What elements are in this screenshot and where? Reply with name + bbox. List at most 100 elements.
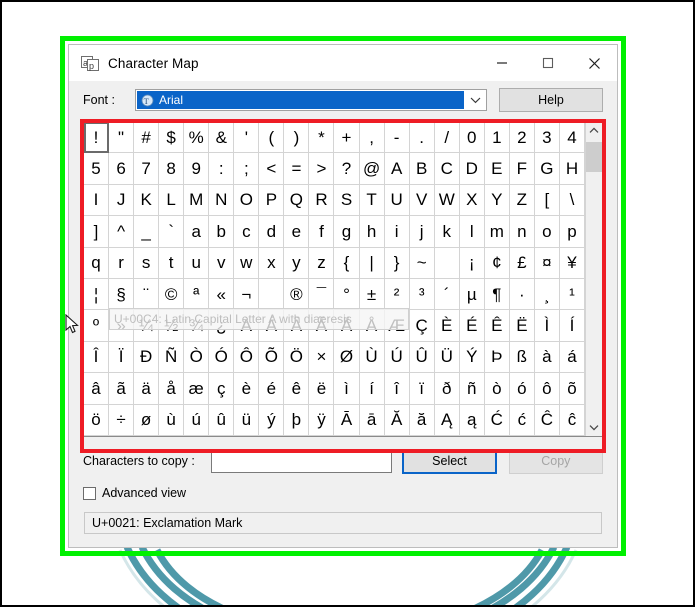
character-cell[interactable]: M xyxy=(184,184,210,217)
font-combobox[interactable]: T Arial xyxy=(135,89,487,111)
character-cell[interactable]: ÷ xyxy=(109,404,135,436)
character-cell[interactable]: < xyxy=(259,153,285,185)
character-cell[interactable]: * xyxy=(309,122,335,154)
scroll-up-button[interactable] xyxy=(586,122,602,139)
characters-to-copy-input[interactable] xyxy=(211,449,393,473)
character-cell[interactable]: c xyxy=(234,216,260,248)
character-cell[interactable]: Í xyxy=(559,310,585,342)
character-cell[interactable]: w xyxy=(234,247,260,279)
character-cell[interactable]: ö xyxy=(84,404,110,436)
character-cell[interactable]: O xyxy=(234,184,260,217)
character-cell[interactable]: × xyxy=(309,341,335,374)
character-cell[interactable]: ~ xyxy=(409,247,435,279)
character-cell[interactable]: a xyxy=(184,216,210,248)
character-cell[interactable]: å xyxy=(159,373,185,405)
character-cell[interactable]: ¸ xyxy=(534,278,560,311)
character-cell[interactable]: Ú xyxy=(384,341,410,374)
character-cell[interactable]: , xyxy=(359,122,385,154)
character-cell[interactable]: ã xyxy=(109,373,135,405)
character-cell[interactable]: + xyxy=(334,122,360,154)
character-cell[interactable]: Ó xyxy=(209,341,235,374)
character-cell[interactable]: T xyxy=(359,184,385,217)
character-cell[interactable]: H xyxy=(559,153,585,185)
character-cell[interactable]: k xyxy=(434,216,460,248)
character-cell[interactable]: Ø xyxy=(334,341,360,374)
character-cell[interactable]: | xyxy=(359,247,385,279)
help-button[interactable]: Help xyxy=(499,88,603,112)
character-cell[interactable]: K xyxy=(134,184,160,217)
character-cell[interactable]: q xyxy=(84,247,110,279)
character-cell[interactable]: - xyxy=(384,122,410,154)
character-cell[interactable]: ¤ xyxy=(534,247,560,279)
character-cell[interactable]: ñ xyxy=(459,373,485,405)
grid-scrollbar[interactable] xyxy=(585,122,602,436)
character-cell[interactable]: ( xyxy=(259,122,285,154)
character-cell[interactable]: î xyxy=(384,373,410,405)
select-button[interactable]: Select xyxy=(402,448,497,474)
character-cell[interactable]: % xyxy=(184,122,210,154)
character-cell[interactable]: 7 xyxy=(134,153,160,185)
character-cell[interactable]: P xyxy=(259,184,285,217)
character-cell[interactable]: v xyxy=(209,247,235,279)
character-cell[interactable]: Ê xyxy=(484,310,510,342)
character-cell[interactable]: 2 xyxy=(509,122,535,154)
character-cell[interactable]: ³ xyxy=(409,278,435,311)
character-cell[interactable]: h xyxy=(359,216,385,248)
character-cell[interactable]: Ă xyxy=(384,404,410,436)
character-cell[interactable]: ? xyxy=(334,153,360,185)
character-cell[interactable]: ¢ xyxy=(484,247,510,279)
character-cell[interactable]: & xyxy=(209,122,235,154)
character-cell[interactable]: ì xyxy=(334,373,360,405)
character-cell[interactable]: ć xyxy=(509,404,535,436)
character-cell[interactable]: ) xyxy=(284,122,310,154)
character-cell[interactable]: [ xyxy=(534,184,560,217)
character-cell[interactable]: y xyxy=(284,247,310,279)
character-cell[interactable]: z xyxy=(309,247,335,279)
character-cell[interactable]: I xyxy=(84,184,110,217)
character-cell[interactable]: X xyxy=(459,184,485,217)
character-cell[interactable]: x xyxy=(259,247,285,279)
character-cell[interactable]: @ xyxy=(359,153,385,185)
character-cell[interactable]: > xyxy=(309,153,335,185)
character-cell[interactable]: { xyxy=(334,247,360,279)
minimize-button[interactable] xyxy=(479,45,525,81)
character-cell[interactable]: i xyxy=(384,216,410,248)
maximize-button[interactable] xyxy=(525,45,571,81)
character-cell[interactable]: é xyxy=(259,373,285,405)
character-cell[interactable]: ± xyxy=(359,278,385,311)
advanced-view-checkbox[interactable] xyxy=(83,486,96,500)
character-cell[interactable]: . xyxy=(409,122,435,154)
character-cell[interactable]: 0 xyxy=(459,122,485,154)
character-cell[interactable]: á xyxy=(559,341,585,374)
character-cell[interactable]: ê xyxy=(284,373,310,405)
character-cell[interactable]: Ñ xyxy=(159,341,185,374)
character-cell[interactable]: ' xyxy=(234,122,260,154)
character-cell[interactable]: u xyxy=(184,247,210,279)
character-cell[interactable]: Ö xyxy=(284,341,310,374)
character-cell[interactable]: Ý xyxy=(459,341,485,374)
character-cell[interactable]: p xyxy=(559,216,585,248)
character-cell[interactable]: l xyxy=(459,216,485,248)
character-cell[interactable]: n xyxy=(509,216,535,248)
character-cell[interactable]: : xyxy=(209,153,235,185)
advanced-view-row[interactable]: Advanced view xyxy=(83,480,603,506)
scroll-down-button[interactable] xyxy=(586,419,602,436)
character-cell[interactable]: Q xyxy=(284,184,310,217)
copy-button[interactable]: Copy xyxy=(508,448,603,474)
character-cell[interactable]: ý xyxy=(259,404,285,436)
character-cell[interactable]: g xyxy=(334,216,360,248)
character-cell[interactable]: ² xyxy=(384,278,410,311)
character-cell[interactable]: è xyxy=(234,373,260,405)
character-cell[interactable]: ç xyxy=(209,373,235,405)
character-cell[interactable] xyxy=(434,247,460,279)
character-cell[interactable]: Ā xyxy=(334,404,360,436)
character-cell[interactable]: " xyxy=(109,122,135,154)
character-cell[interactable]: ¦ xyxy=(84,278,110,311)
character-cell[interactable]: ï xyxy=(409,373,435,405)
character-cell[interactable]: V xyxy=(409,184,435,217)
character-cell[interactable]: U xyxy=(384,184,410,217)
character-cell[interactable]: Ô xyxy=(234,341,260,374)
character-cell[interactable]: ÿ xyxy=(309,404,335,436)
character-cell[interactable]: £ xyxy=(509,247,535,279)
character-cell[interactable]: û xyxy=(209,404,235,436)
